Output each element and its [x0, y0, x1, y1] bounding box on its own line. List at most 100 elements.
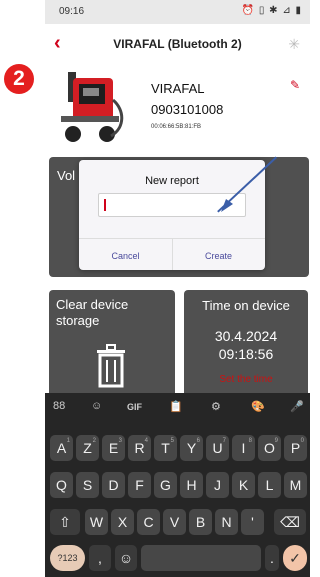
key-i[interactable]: I8: [232, 435, 255, 461]
key-label: Y: [186, 440, 197, 456]
key-c[interactable]: C: [137, 509, 160, 535]
app-bar: ‹ VIRAFAL (Bluetooth 2) ✳: [45, 24, 310, 65]
key-label: H: [186, 477, 197, 493]
clipboard-icon[interactable]: 📋: [169, 400, 183, 413]
key-label: T: [161, 440, 170, 456]
key-label: O: [264, 440, 275, 456]
key-label: N: [221, 514, 232, 530]
key-label: L: [265, 477, 274, 493]
key-x[interactable]: X: [111, 509, 134, 535]
arrowhead-icon: [221, 199, 233, 212]
key-m[interactable]: M: [284, 472, 307, 498]
key-label: V: [169, 514, 180, 530]
key-label: ': [251, 514, 254, 530]
key-j[interactable]: J: [206, 472, 229, 498]
device-serial: 0903101008: [151, 102, 224, 117]
key-hint: 2: [92, 438, 96, 444]
key-hint: 0: [300, 438, 304, 444]
key-label: X: [117, 514, 128, 530]
key-p[interactable]: P0: [284, 435, 307, 461]
key-k[interactable]: K: [232, 472, 255, 498]
key-label: Q: [56, 477, 67, 493]
key-o[interactable]: O9: [258, 435, 281, 461]
key-r[interactable]: R4: [128, 435, 151, 461]
enter-key[interactable]: ✓: [283, 545, 307, 571]
new-report-dialog: New report Cancel Create: [79, 160, 265, 270]
page-title: VIRAFAL (Bluetooth 2): [113, 37, 242, 51]
key-label: P: [290, 440, 301, 456]
key-z[interactable]: Z2: [76, 435, 99, 461]
key-label: A: [56, 440, 67, 456]
backspace-key[interactable]: ⌫: [274, 509, 306, 535]
clear-storage-tile[interactable]: Clear device storage: [49, 290, 175, 400]
status-time: 09:16: [59, 6, 85, 17]
key-apostrophe[interactable]: ': [241, 509, 264, 535]
key-n[interactable]: N: [215, 509, 238, 535]
cancel-button[interactable]: Cancel: [79, 251, 172, 261]
key-hint: 4: [144, 438, 148, 444]
key-hint: 1: [66, 438, 70, 444]
key-h[interactable]: H: [180, 472, 203, 498]
key-b[interactable]: B: [189, 509, 212, 535]
volume-label: Vol: [57, 168, 76, 183]
key-hint: 9: [274, 438, 278, 444]
shift-key[interactable]: ⇧: [50, 509, 80, 535]
device-name: VIRAFAL: [151, 81, 205, 96]
loading-spinner-icon: ✳: [288, 36, 300, 52]
sticker-icon[interactable]: ☺: [91, 400, 102, 412]
key-label: S: [82, 477, 93, 493]
key-d[interactable]: D: [102, 472, 125, 498]
edit-pencil-icon[interactable]: ✎: [290, 78, 300, 92]
create-button[interactable]: Create: [172, 251, 265, 261]
key-hint: 7: [222, 438, 226, 444]
on-screen-keyboard: 88 ☺ GIF 📋 ⚙ 🎨 🎤 A1Z2E3R4T5Y6U7I8O9P0 QS…: [45, 393, 310, 577]
device-mac: 00:06:66:5B:81:FB: [151, 124, 202, 130]
key-e[interactable]: E3: [102, 435, 125, 461]
key-label: G: [160, 477, 171, 493]
key-label: E: [108, 440, 119, 456]
device-time-tile: Time on device 30.4.2024 09:18:56 Set th…: [184, 290, 308, 400]
phone-screen: 09:16 ⏰ ▯ ✱ ⊿ ▮ ‹ VIRAFAL (Bluetooth 2) …: [45, 0, 310, 577]
text-cursor: [104, 199, 106, 211]
key-l[interactable]: L: [258, 472, 281, 498]
key-t[interactable]: T5: [154, 435, 177, 461]
key-label: D: [108, 477, 119, 493]
settings-gear-icon[interactable]: ⚙: [211, 400, 221, 413]
key-s[interactable]: S: [76, 472, 99, 498]
palette-icon[interactable]: 🎨: [251, 400, 265, 413]
period-key[interactable]: .: [265, 545, 279, 571]
key-label: K: [238, 477, 249, 493]
key-label: F: [135, 477, 144, 493]
key-q[interactable]: Q: [50, 472, 73, 498]
key-y[interactable]: Y6: [180, 435, 203, 461]
key-v[interactable]: V: [163, 509, 186, 535]
set-time-button[interactable]: Set the time: [184, 374, 308, 385]
key-label: U: [212, 440, 223, 456]
apps-grid-icon[interactable]: 88: [53, 400, 65, 412]
key-label: M: [289, 477, 302, 493]
status-bar: 09:16 ⏰ ▯ ✱ ⊿ ▮: [45, 0, 310, 24]
keyboard-toolbar: 88 ☺ GIF 📋 ⚙ 🎨 🎤: [45, 393, 310, 421]
microphone-icon[interactable]: 🎤: [290, 400, 304, 413]
space-key[interactable]: [141, 545, 261, 571]
key-u[interactable]: U7: [206, 435, 229, 461]
key-label: J: [214, 477, 221, 493]
key-hint: 6: [196, 438, 200, 444]
device-header: VIRAFAL 0903101008 00:06:66:5B:81:FB ✎: [45, 64, 310, 154]
key-hint: 5: [170, 438, 174, 444]
key-w[interactable]: W: [85, 509, 108, 535]
numbers-key[interactable]: ?123: [50, 545, 85, 571]
key-label: R: [134, 440, 145, 456]
clear-storage-label: Clear device storage: [56, 297, 129, 328]
comma-key[interactable]: ,: [89, 545, 111, 571]
key-hint: 3: [118, 438, 122, 444]
key-a[interactable]: A1: [50, 435, 73, 461]
gif-button[interactable]: GIF: [127, 402, 142, 412]
key-hint: 8: [248, 438, 252, 444]
step-badge: 2: [4, 64, 34, 94]
device-clock: 09:18:56: [218, 346, 274, 362]
trash-icon: [97, 344, 125, 388]
emoji-key[interactable]: ☺: [115, 545, 137, 571]
key-g[interactable]: G: [154, 472, 177, 498]
key-f[interactable]: F: [128, 472, 151, 498]
